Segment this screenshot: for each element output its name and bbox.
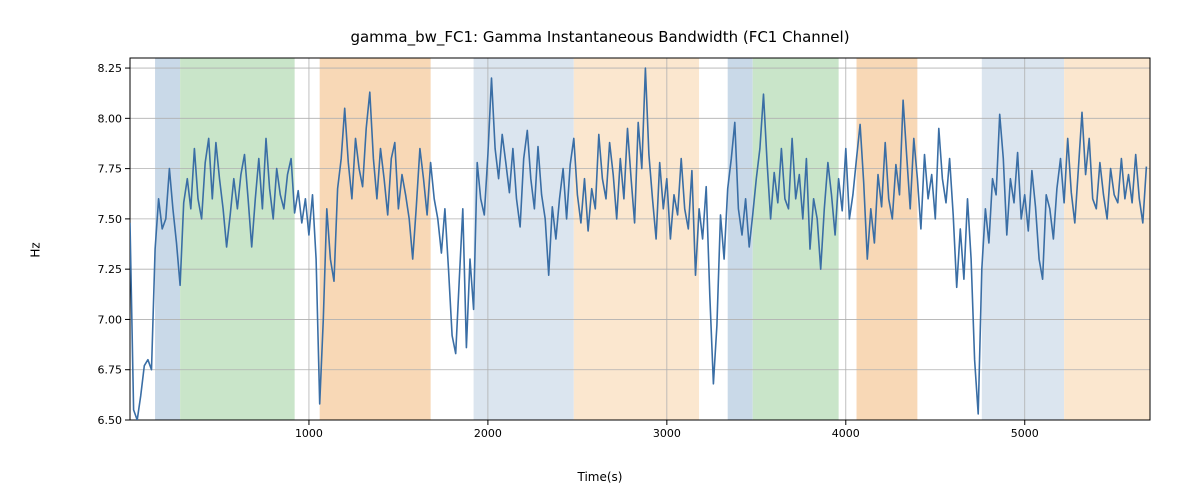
y-tick-label: 8.25 xyxy=(98,62,123,75)
background-band xyxy=(180,58,295,420)
x-tick-label: 4000 xyxy=(832,427,860,440)
plot-axes: 1000 2000 3000 4000 5000 6.50 6.75 7.00 7.25 7.50… xyxy=(90,52,1160,450)
background-band xyxy=(753,58,839,420)
y-tick-label: 7.00 xyxy=(98,313,123,326)
background-band xyxy=(574,58,699,420)
x-tick-label: 2000 xyxy=(474,427,502,440)
y-tick-label: 6.75 xyxy=(98,364,123,377)
y-tick-label: 6.50 xyxy=(98,414,123,427)
x-tick-label: 1000 xyxy=(295,427,323,440)
background-band xyxy=(474,58,574,420)
y-tick-label: 8.00 xyxy=(98,112,123,125)
x-tick-label: 5000 xyxy=(1011,427,1039,440)
figure: gamma_bw_FC1: Gamma Instantaneous Bandwi… xyxy=(0,0,1200,500)
y-axis-label: Hz xyxy=(29,242,43,257)
y-tick-label: 7.50 xyxy=(98,213,123,226)
background-band xyxy=(1064,58,1150,420)
y-tick-label: 7.25 xyxy=(98,263,123,276)
x-axis-label: Time(s) xyxy=(0,470,1200,484)
background-band xyxy=(982,58,1064,420)
y-tick-label: 7.75 xyxy=(98,163,123,176)
x-tick-label: 3000 xyxy=(653,427,681,440)
chart-title: gamma_bw_FC1: Gamma Instantaneous Bandwi… xyxy=(0,28,1200,46)
